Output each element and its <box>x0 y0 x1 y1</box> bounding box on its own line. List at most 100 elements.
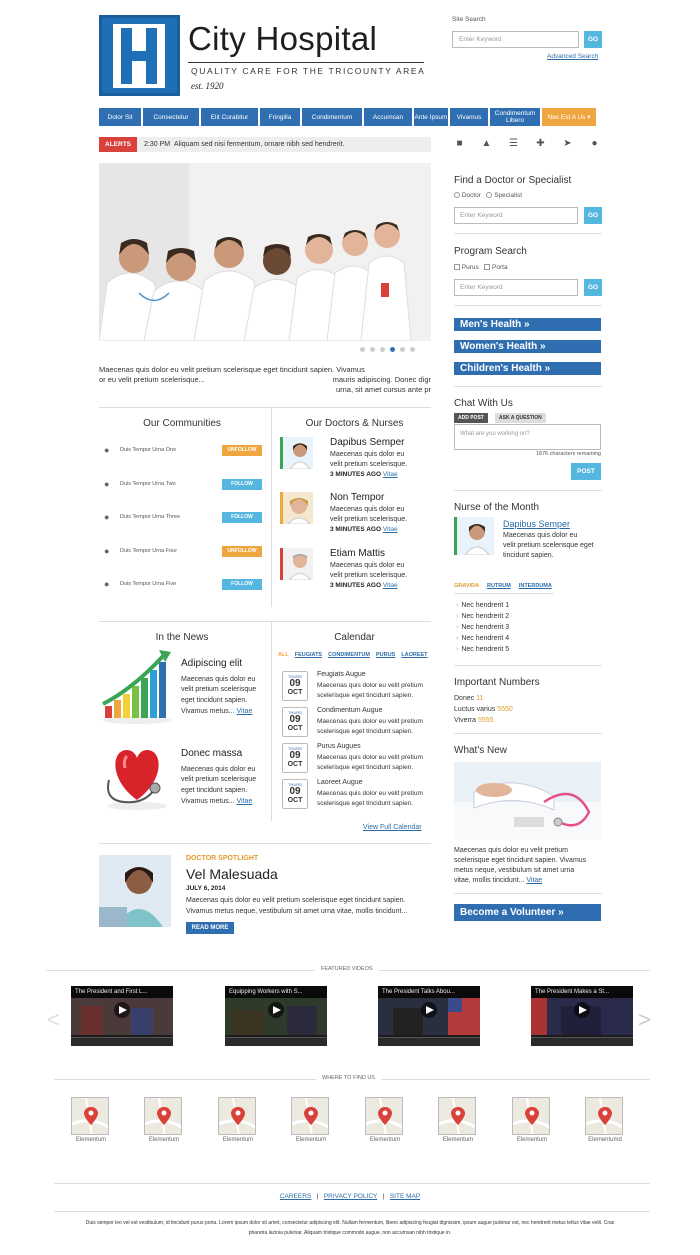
video-thumbnail[interactable]: The President and First L... <box>71 986 173 1046</box>
news-link[interactable]: Vitae <box>237 798 253 805</box>
alert-message[interactable]: 2:30 PM Aliquam sed nisi fermentum, orna… <box>144 141 344 148</box>
event-title[interactable]: Purus Augues <box>317 743 361 750</box>
nav-item[interactable]: Vivamus <box>450 108 488 126</box>
advanced-search-link[interactable]: Advanced Search <box>547 53 598 60</box>
radio-specialist[interactable] <box>486 192 493 199</box>
nav-item[interactable]: Dolor Sit <box>99 108 141 126</box>
full-calendar-link[interactable]: View Full Calendar <box>363 824 422 831</box>
hero-image[interactable] <box>99 163 431 341</box>
doctor-search-input[interactable]: Enter Keyword <box>454 207 578 224</box>
calendar-filter[interactable]: FEUGIATS <box>295 652 322 658</box>
video-controls[interactable] <box>225 1037 327 1046</box>
careers-link[interactable]: CAREERS <box>280 1193 311 1200</box>
ask-question-tab[interactable]: ASK A QUESTION <box>495 413 546 423</box>
program-search-go-button[interactable]: GO <box>584 279 602 296</box>
doctor-link[interactable]: Vitae <box>383 582 398 589</box>
calendar-date-badge[interactable]: THURS 09 OCT <box>282 743 308 773</box>
checkbox-purus[interactable] <box>454 264 460 271</box>
privacy-policy-link[interactable]: PRIVACY POLICY <box>324 1193 377 1200</box>
nav-item[interactable]: Elit Curabitur <box>201 108 258 126</box>
video-thumbnail[interactable]: Equipping Workers with S... <box>225 986 327 1046</box>
mens-health-link[interactable]: Men's Health » <box>454 318 601 331</box>
community-name[interactable]: Duis Tempor Urna Five <box>120 581 222 587</box>
next-arrow-icon[interactable]: > <box>638 1007 651 1033</box>
nav-item[interactable]: Condimentum Libero <box>490 108 540 126</box>
nav-item[interactable]: Accumsan <box>364 108 412 126</box>
carousel-dot[interactable] <box>370 347 375 352</box>
calendar-filter[interactable]: LAOREET <box>401 652 427 658</box>
follow-button[interactable]: FOLLOW <box>222 511 262 523</box>
map-pin-icon[interactable]: ● <box>589 138 600 149</box>
news-title-link[interactable]: Donec massa <box>181 748 242 759</box>
calendar-filter[interactable]: CONDIMENTUM <box>328 652 370 658</box>
unfollow-button[interactable]: UNFOLLOW <box>222 444 262 456</box>
category-active[interactable]: GRAVIDA <box>454 583 479 589</box>
community-name[interactable]: Duis Tempor Urna Two <box>120 481 222 487</box>
calendar-date-badge[interactable]: THURS 09 OCT <box>282 779 308 809</box>
phone-number[interactable]: 11 <box>476 695 483 702</box>
carousel-dot[interactable] <box>360 347 365 352</box>
location-card[interactable]: Elementum <box>365 1097 405 1143</box>
calendar-date-badge[interactable]: THURS 09 OCT <box>282 707 308 737</box>
doctor-photo[interactable] <box>280 548 313 580</box>
phone-number[interactable]: 5555 <box>478 717 494 724</box>
doctor-name[interactable]: Etiam Mattis <box>330 548 385 559</box>
video-thumbnail[interactable]: The President Makes a St... <box>531 986 633 1046</box>
checkbox-porta[interactable] <box>484 264 491 271</box>
location-card[interactable]: Elementum <box>144 1097 184 1143</box>
video-controls[interactable] <box>531 1037 633 1046</box>
doctor-name[interactable]: Non Tempor <box>330 492 384 503</box>
carousel-dot[interactable] <box>400 347 405 352</box>
spotlight-name[interactable]: Vel Malesuada <box>186 866 278 882</box>
event-title[interactable]: Laoreet Augue <box>317 779 363 786</box>
list-item[interactable]: › Nec hendrerit 4 <box>456 633 509 644</box>
prev-arrow-icon[interactable]: < <box>47 1007 60 1033</box>
send-icon[interactable]: ➤ <box>562 138 573 149</box>
list-item[interactable]: › Nec hendrerit 3 <box>456 622 509 633</box>
nav-item-dropdown[interactable]: Nec Est A Us ▾ <box>542 108 596 126</box>
volunteer-button[interactable]: Become a Volunteer » <box>454 904 601 921</box>
nurse-photo[interactable] <box>454 517 494 555</box>
nurse-name-link[interactable]: Dapibus Semper <box>503 519 570 529</box>
heart-stethoscope-illustration[interactable] <box>99 740 174 812</box>
list-item[interactable]: › Nec hendrerit 1 <box>456 600 509 611</box>
read-more-button[interactable]: READ MORE <box>186 922 234 934</box>
location-card[interactable]: Elementum <box>291 1097 331 1143</box>
phone-number[interactable]: 5550 <box>497 706 513 713</box>
news-title-link[interactable]: Adipiscing elit <box>181 658 242 669</box>
whats-new-link[interactable]: Vitae <box>526 877 542 884</box>
location-card[interactable]: Elementum <box>512 1097 552 1143</box>
doctor-photo[interactable] <box>280 492 313 524</box>
video-thumbnail[interactable]: The President Talks Abou... <box>378 986 480 1046</box>
video-controls[interactable] <box>71 1037 173 1046</box>
nav-item[interactable]: Ante Ipsum <box>414 108 448 126</box>
spotlight-photo[interactable] <box>99 855 171 927</box>
community-name[interactable]: Duis Tempor Urna One <box>120 447 222 453</box>
follow-button[interactable]: FOLLOW <box>222 578 262 590</box>
site-search-input[interactable]: Enter Keyword <box>452 31 579 48</box>
event-title[interactable]: Condimentum Augue <box>317 707 382 714</box>
list-icon[interactable]: ☰ <box>508 138 519 149</box>
doctor-photo[interactable] <box>280 437 313 469</box>
whats-new-image[interactable] <box>454 762 601 840</box>
carousel-dot[interactable] <box>410 347 415 352</box>
building-icon[interactable]: ■ <box>454 138 465 149</box>
program-search-input[interactable]: Enter Keyword <box>454 279 578 296</box>
unfollow-button[interactable]: UNFOLLOW <box>222 545 262 557</box>
nav-item[interactable]: Fringilla <box>260 108 300 126</box>
category-link[interactable]: RUTRUM <box>487 583 511 589</box>
doctor-link[interactable]: Vitae <box>383 471 398 478</box>
doctor-name[interactable]: Dapibus Semper <box>330 437 404 448</box>
childrens-health-link[interactable]: Children's Health » <box>454 362 601 375</box>
location-card[interactable]: Elementum <box>218 1097 258 1143</box>
community-name[interactable]: Duis Tempor Urna Three <box>120 514 222 520</box>
calendar-date-badge[interactable]: THURS 09 OCT <box>282 671 308 701</box>
chat-textarea[interactable]: What are you working on? <box>454 424 601 450</box>
site-search-go-button[interactable]: GO <box>584 31 602 48</box>
category-link[interactable]: INTERDUMA <box>519 583 552 589</box>
event-title[interactable]: Feugiats Augue <box>317 671 366 678</box>
doctor-search-go-button[interactable]: GO <box>584 207 602 224</box>
doctor-link[interactable]: Vitae <box>383 526 398 533</box>
location-card[interactable]: Elementum <box>71 1097 111 1143</box>
location-card[interactable]: Elementum <box>438 1097 478 1143</box>
